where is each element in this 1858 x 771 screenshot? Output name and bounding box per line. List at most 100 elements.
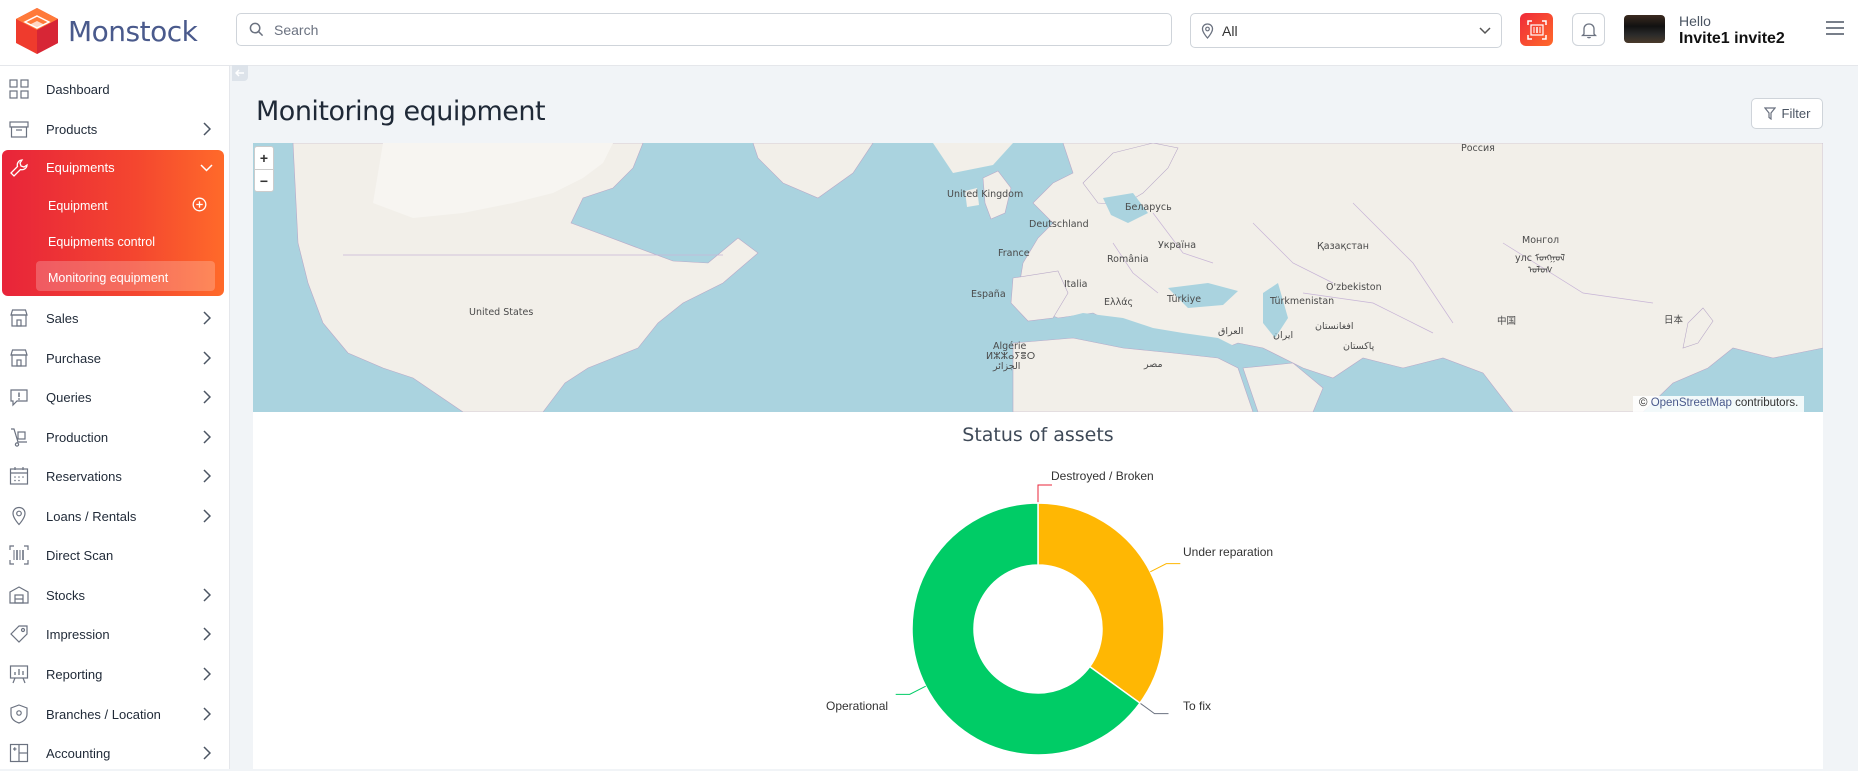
sidebar-item-label: Equipments [46,160,115,175]
hand-truck-icon [11,428,27,447]
map-attribution: © OpenStreetMap contributors. [1633,396,1805,412]
store-icon [10,349,28,367]
world-map[interactable]: Россия United Kingdom Беларусь Deutschla… [253,143,1823,412]
sidebar-item-dashboard[interactable]: Dashboard [0,71,230,107]
sidebar: Dashboard Products Equipments Equipment … [0,66,230,769]
slice-label-to-fix: To fix [1183,699,1212,713]
sidebar-item-impression[interactable]: Impression [0,616,230,652]
map-label: O'zbekiston [1326,282,1382,293]
sidebar-item-accounting[interactable]: Accounting [0,735,230,771]
sidebar-item-label: Purchase [46,350,101,366]
sidebar-item-queries[interactable]: Queries [0,379,230,415]
chevron-right-icon [203,390,211,404]
zoom-out-button[interactable]: − [255,169,273,191]
map-label: Монгол [1522,235,1560,246]
map-label: Россия [1461,143,1495,154]
username: Invite1 invite2 [1679,30,1785,47]
monstock-logo-icon [16,8,58,54]
map-label: România [1107,254,1149,265]
chevron-right-icon [203,509,211,523]
sidebar-item-stocks[interactable]: Stocks [0,577,230,613]
hamburger-icon [1826,21,1844,35]
ledger-icon [9,743,29,763]
tag-icon [10,625,28,643]
chevron-down-icon [200,164,213,172]
status-chart-panel: Status of assets Destroyed / Broken Unde… [253,412,1823,769]
sidebar-item-sales[interactable]: Sales [0,300,230,336]
add-circle-icon[interactable] [192,197,207,212]
sidebar-item-label: Reporting [46,666,103,682]
avatar[interactable] [1624,15,1665,43]
grid-icon [9,79,29,99]
slice-label-destroyed-broken: Destroyed / Broken [1051,469,1154,483]
map-label: الجزائر [993,361,1021,372]
map-label: العراق [1218,326,1244,337]
map-zoom-controls: + − [254,146,274,192]
chart-board-icon [9,665,29,684]
hamburger-menu-button[interactable] [1826,20,1844,41]
sidebar-subitem-equipments-control[interactable]: Equipments control [48,235,155,249]
sidebar-item-reporting[interactable]: Reporting [0,656,230,692]
sidebar-item-reservations[interactable]: Reservations [0,458,230,494]
chevron-down-icon [1479,26,1491,34]
sidebar-item-label: Products [46,121,98,137]
map-label: ᠤᠯᠤᠰ [1528,265,1553,276]
sidebar-item-label: Production [46,429,109,445]
box-icon [9,121,29,138]
copyright-symbol: © [1639,397,1648,409]
donut-slice-under-reparation[interactable] [1037,502,1165,705]
sidebar-item-label: Loans / Rentals [46,508,137,524]
sidebar-item-branches-location[interactable]: Branches / Location [0,696,230,732]
chevron-right-icon [203,707,211,721]
wrench-icon [10,159,28,177]
store-icon [10,309,28,327]
chevron-right-icon [203,667,211,681]
leader-line [1037,484,1052,503]
filter-button[interactable]: Filter [1751,98,1823,129]
chevron-right-icon [203,351,211,365]
filter-label: Filter [1781,106,1811,121]
chevron-right-icon [203,469,211,483]
map-label: Қазақстан [1317,241,1369,252]
slice-label-operational: Operational [826,699,889,713]
search-input[interactable] [274,21,1154,38]
map-label: France [998,248,1030,259]
location-shield-icon [10,704,28,724]
zoom-in-button[interactable]: + [255,147,273,169]
sidebar-item-equipments[interactable]: Equipments [2,150,224,186]
sidebar-item-purchase[interactable]: Purchase [0,340,230,376]
alert-bubble-icon [10,389,28,407]
chevron-right-icon [203,311,211,325]
greeting-text: Hello [1679,13,1711,29]
sidebar-subitem-monitoring-equipment[interactable]: Monitoring equipment [48,271,168,285]
barcode-scan-button[interactable] [1520,13,1553,46]
sidebar-item-label: Impression [46,626,110,642]
sidebar-item-label: Queries [46,389,92,405]
sidebar-item-production[interactable]: Production [0,419,230,455]
openstreetmap-link[interactable]: OpenStreetMap [1651,397,1732,409]
sidebar-subitem-equipment[interactable]: Equipment [48,199,108,213]
collapse-sidebar-button[interactable] [232,65,248,81]
search-bar[interactable] [236,13,1172,46]
map-label: 中国 [1497,316,1517,327]
sidebar-item-loans-rentals[interactable]: Loans / Rentals [0,498,230,534]
leader-line [1150,563,1181,573]
leader-line [895,685,926,695]
scan-icon [9,545,29,565]
location-select[interactable]: All [1190,13,1502,48]
attribution-suffix: contributors. [1735,397,1799,409]
map-label: United States [469,307,534,318]
app-logo[interactable]: Monstock [14,6,198,56]
collapse-left-icon [235,69,244,77]
map-label: مصر [1144,359,1163,370]
chevron-right-icon [203,627,211,641]
sidebar-item-label: Direct Scan [46,547,114,563]
map-label: Ελλάς [1104,297,1134,308]
donut-chart [895,484,1181,756]
sidebar-item-products[interactable]: Products [0,111,230,147]
sidebar-item-direct-scan[interactable]: Direct Scan [0,537,230,573]
pin-icon [12,506,26,526]
search-icon [249,22,264,37]
notifications-button[interactable] [1572,13,1605,46]
map-label: افغانستان [1315,321,1354,332]
